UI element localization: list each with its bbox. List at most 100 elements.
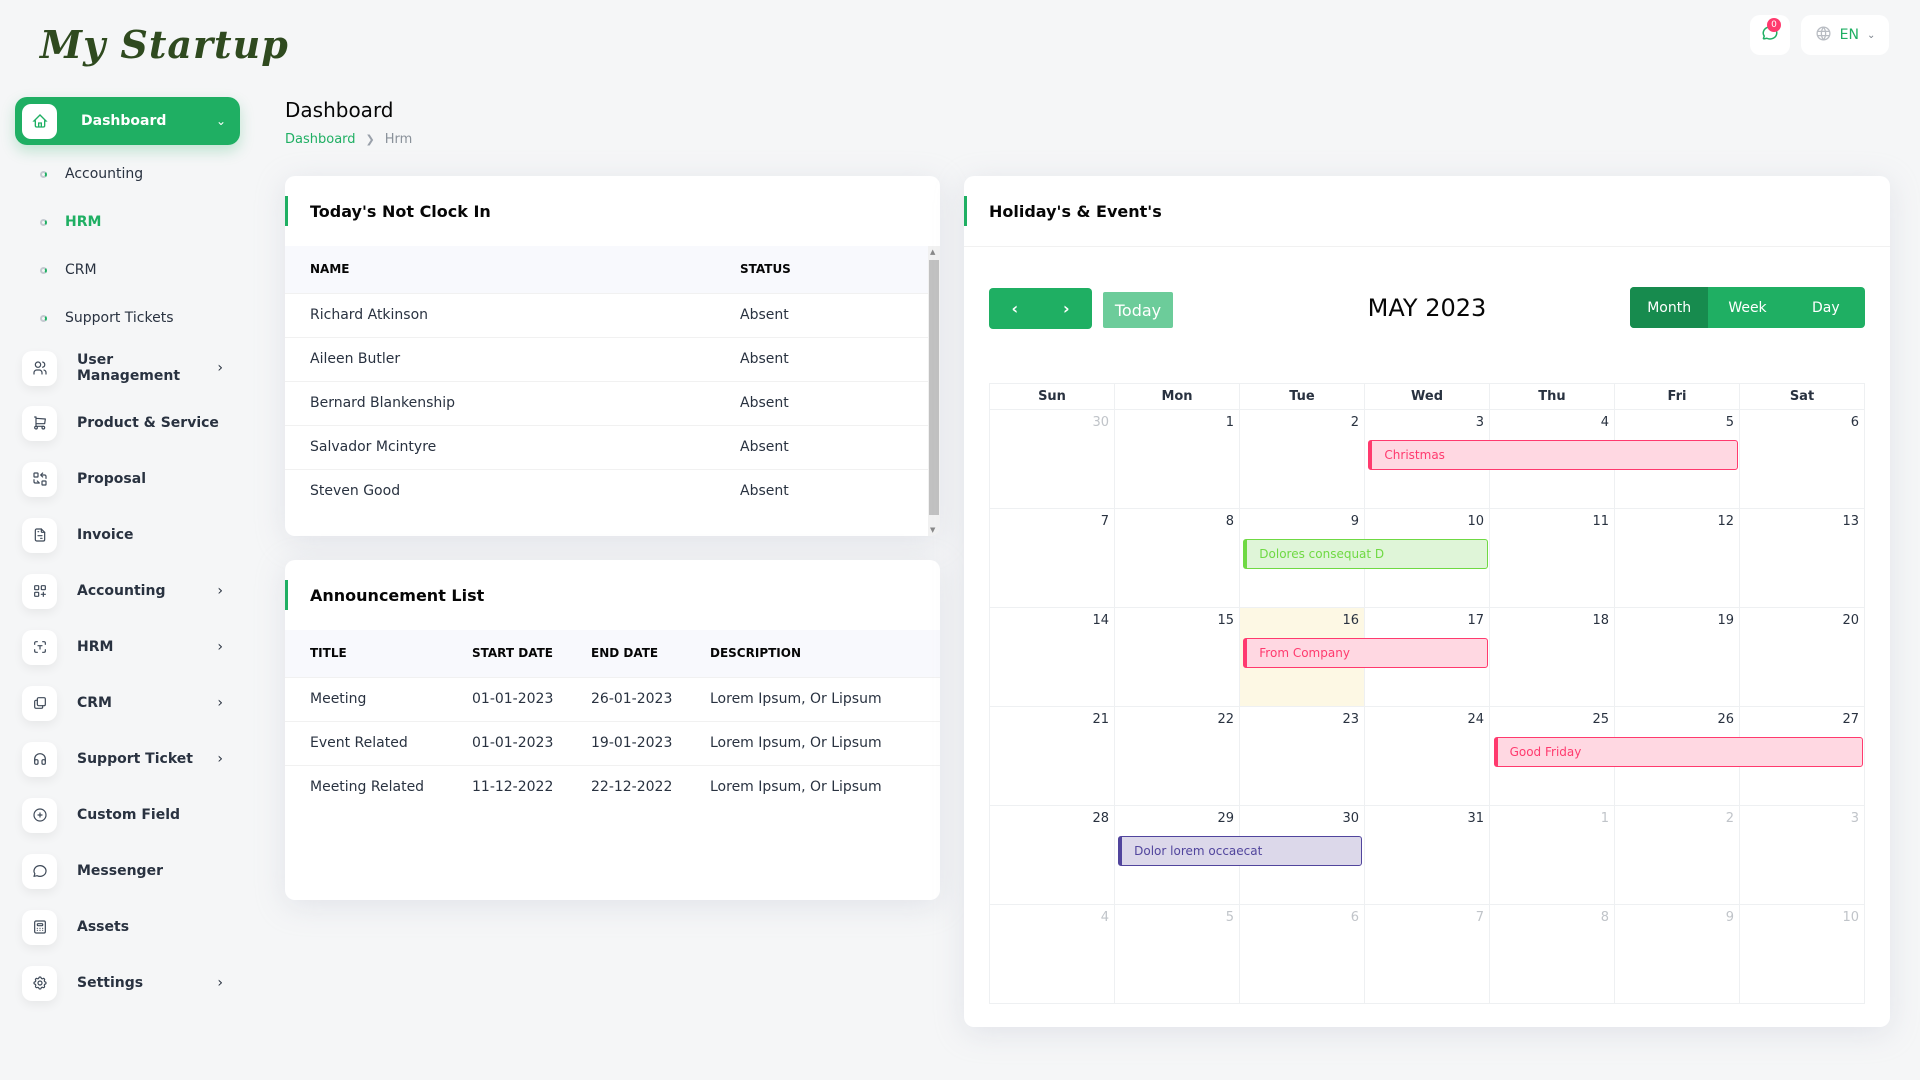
day-number[interactable]: 9 <box>1351 514 1359 529</box>
calendar-day[interactable]: 14 <box>990 608 1114 706</box>
calendar-day[interactable]: 3 <box>1739 806 1864 904</box>
day-number[interactable]: 31 <box>1467 811 1484 826</box>
scrollbar[interactable]: ▲ ▼ <box>928 246 940 536</box>
day-number[interactable]: 8 <box>1226 514 1234 529</box>
day-number[interactable]: 10 <box>1467 514 1484 529</box>
sidebar-item-support-ticket[interactable]: Support Ticket › <box>22 741 237 777</box>
view-month-button[interactable]: Month <box>1630 287 1709 328</box>
day-number[interactable]: 3 <box>1851 811 1859 826</box>
day-number[interactable]: 8 <box>1601 910 1609 925</box>
sidebar-subitem-support-tickets[interactable]: Support Tickets <box>40 310 174 326</box>
calendar-event[interactable]: Good Friday <box>1493 737 1863 767</box>
day-number[interactable]: 4 <box>1101 910 1109 925</box>
sidebar-item-messenger[interactable]: Messenger <box>22 853 237 889</box>
calendar-day[interactable]: 1 <box>1114 410 1239 508</box>
calendar-day[interactable]: 2 <box>1614 806 1739 904</box>
calendar-day[interactable]: 24 <box>1364 707 1489 805</box>
calendar-day[interactable]: 4 <box>990 905 1114 1003</box>
calendar-day[interactable]: 13 <box>1739 509 1864 607</box>
calendar-day[interactable]: 7 <box>990 509 1114 607</box>
day-number[interactable]: 29 <box>1217 811 1234 826</box>
calendar-day[interactable]: 18 <box>1489 608 1614 706</box>
day-number[interactable]: 18 <box>1592 613 1609 628</box>
day-number[interactable]: 20 <box>1842 613 1859 628</box>
calendar-day[interactable]: 15 <box>1114 608 1239 706</box>
day-number[interactable]: 9 <box>1726 910 1734 925</box>
day-number[interactable]: 28 <box>1092 811 1109 826</box>
calendar-day[interactable]: 22 <box>1114 707 1239 805</box>
sidebar-item-hrm[interactable]: HRM › <box>22 629 237 665</box>
day-number[interactable]: 15 <box>1217 613 1234 628</box>
day-number[interactable]: 2 <box>1726 811 1734 826</box>
calendar-day[interactable]: 5 <box>1114 905 1239 1003</box>
day-number[interactable]: 6 <box>1351 910 1359 925</box>
day-number[interactable]: 22 <box>1217 712 1234 727</box>
messages-button[interactable]: 0 <box>1750 15 1790 55</box>
sidebar-item-accounting[interactable]: Accounting › <box>22 573 237 609</box>
sidebar-item-crm[interactable]: CRM › <box>22 685 237 721</box>
day-number[interactable]: 24 <box>1467 712 1484 727</box>
day-number[interactable]: 30 <box>1092 415 1109 430</box>
calendar-day[interactable]: 11 <box>1489 509 1614 607</box>
view-day-button[interactable]: Day <box>1787 287 1865 328</box>
day-number[interactable]: 5 <box>1226 910 1234 925</box>
day-number[interactable]: 1 <box>1601 811 1609 826</box>
day-number[interactable]: 13 <box>1842 514 1859 529</box>
calendar-day[interactable]: 8 <box>1114 509 1239 607</box>
calendar-day[interactable]: 12 <box>1614 509 1739 607</box>
day-number[interactable]: 25 <box>1592 712 1609 727</box>
day-number[interactable]: 7 <box>1101 514 1109 529</box>
view-week-button[interactable]: Week <box>1708 287 1786 328</box>
calendar-day[interactable]: 10 <box>1739 905 1864 1003</box>
calendar-day[interactable]: 20 <box>1739 608 1864 706</box>
sidebar-item-invoice[interactable]: Invoice <box>22 517 237 553</box>
calendar-event[interactable]: Christmas <box>1368 440 1738 470</box>
calendar-day[interactable]: 19 <box>1614 608 1739 706</box>
day-number[interactable]: 11 <box>1592 514 1609 529</box>
day-number[interactable]: 21 <box>1092 712 1109 727</box>
sidebar-subitem-accounting[interactable]: Accounting <box>40 166 143 182</box>
language-dropdown[interactable]: EN ⌄ <box>1801 15 1889 55</box>
day-number[interactable]: 17 <box>1467 613 1484 628</box>
calendar-event[interactable]: From Company <box>1243 638 1488 668</box>
scroll-up-arrow-icon[interactable]: ▲ <box>930 248 935 256</box>
calendar-event[interactable]: Dolores consequat D <box>1243 539 1488 569</box>
day-number[interactable]: 30 <box>1342 811 1359 826</box>
day-number[interactable]: 10 <box>1842 910 1859 925</box>
calendar-event[interactable]: Dolor lorem occaecat <box>1118 836 1363 866</box>
sidebar-item-custom-field[interactable]: Custom Field <box>22 797 237 833</box>
calendar-day[interactable]: 2 <box>1239 410 1364 508</box>
sidebar-item-proposal[interactable]: Proposal <box>22 461 237 497</box>
day-number[interactable]: 6 <box>1851 415 1859 430</box>
calendar-day[interactable]: 31 <box>1364 806 1489 904</box>
calendar-day[interactable]: 6 <box>1239 905 1364 1003</box>
day-number[interactable]: 7 <box>1476 910 1484 925</box>
calendar-day[interactable]: 9 <box>1614 905 1739 1003</box>
calendar-day[interactable]: 7 <box>1364 905 1489 1003</box>
sidebar-subitem-crm[interactable]: CRM <box>40 262 97 278</box>
sidebar-subitem-hrm[interactable]: HRM <box>40 214 101 230</box>
calendar-day[interactable]: 21 <box>990 707 1114 805</box>
sidebar-item-product-service[interactable]: Product & Service <box>22 405 237 441</box>
day-number[interactable]: 19 <box>1717 613 1734 628</box>
day-number[interactable]: 4 <box>1601 415 1609 430</box>
day-number[interactable]: 14 <box>1092 613 1109 628</box>
day-number[interactable]: 3 <box>1476 415 1484 430</box>
sidebar-item-dashboard[interactable]: Dashboard ⌄ <box>15 97 240 145</box>
calendar-day[interactable]: 6 <box>1739 410 1864 508</box>
day-number[interactable]: 26 <box>1717 712 1734 727</box>
sidebar-item-assets[interactable]: Assets <box>22 909 237 945</box>
day-number[interactable]: 1 <box>1226 415 1234 430</box>
day-number[interactable]: 23 <box>1342 712 1359 727</box>
scroll-down-arrow-icon[interactable]: ▼ <box>930 526 935 534</box>
day-number[interactable]: 2 <box>1351 415 1359 430</box>
calendar-day[interactable]: 23 <box>1239 707 1364 805</box>
scrollbar-thumb[interactable] <box>929 260 939 515</box>
sidebar-item-settings[interactable]: Settings › <box>22 965 237 1001</box>
day-number[interactable]: 12 <box>1717 514 1734 529</box>
calendar-day[interactable]: 28 <box>990 806 1114 904</box>
day-number[interactable]: 16 <box>1342 613 1359 628</box>
breadcrumb-link-dashboard[interactable]: Dashboard <box>285 132 356 147</box>
calendar-day[interactable]: 8 <box>1489 905 1614 1003</box>
calendar-day[interactable]: 1 <box>1489 806 1614 904</box>
